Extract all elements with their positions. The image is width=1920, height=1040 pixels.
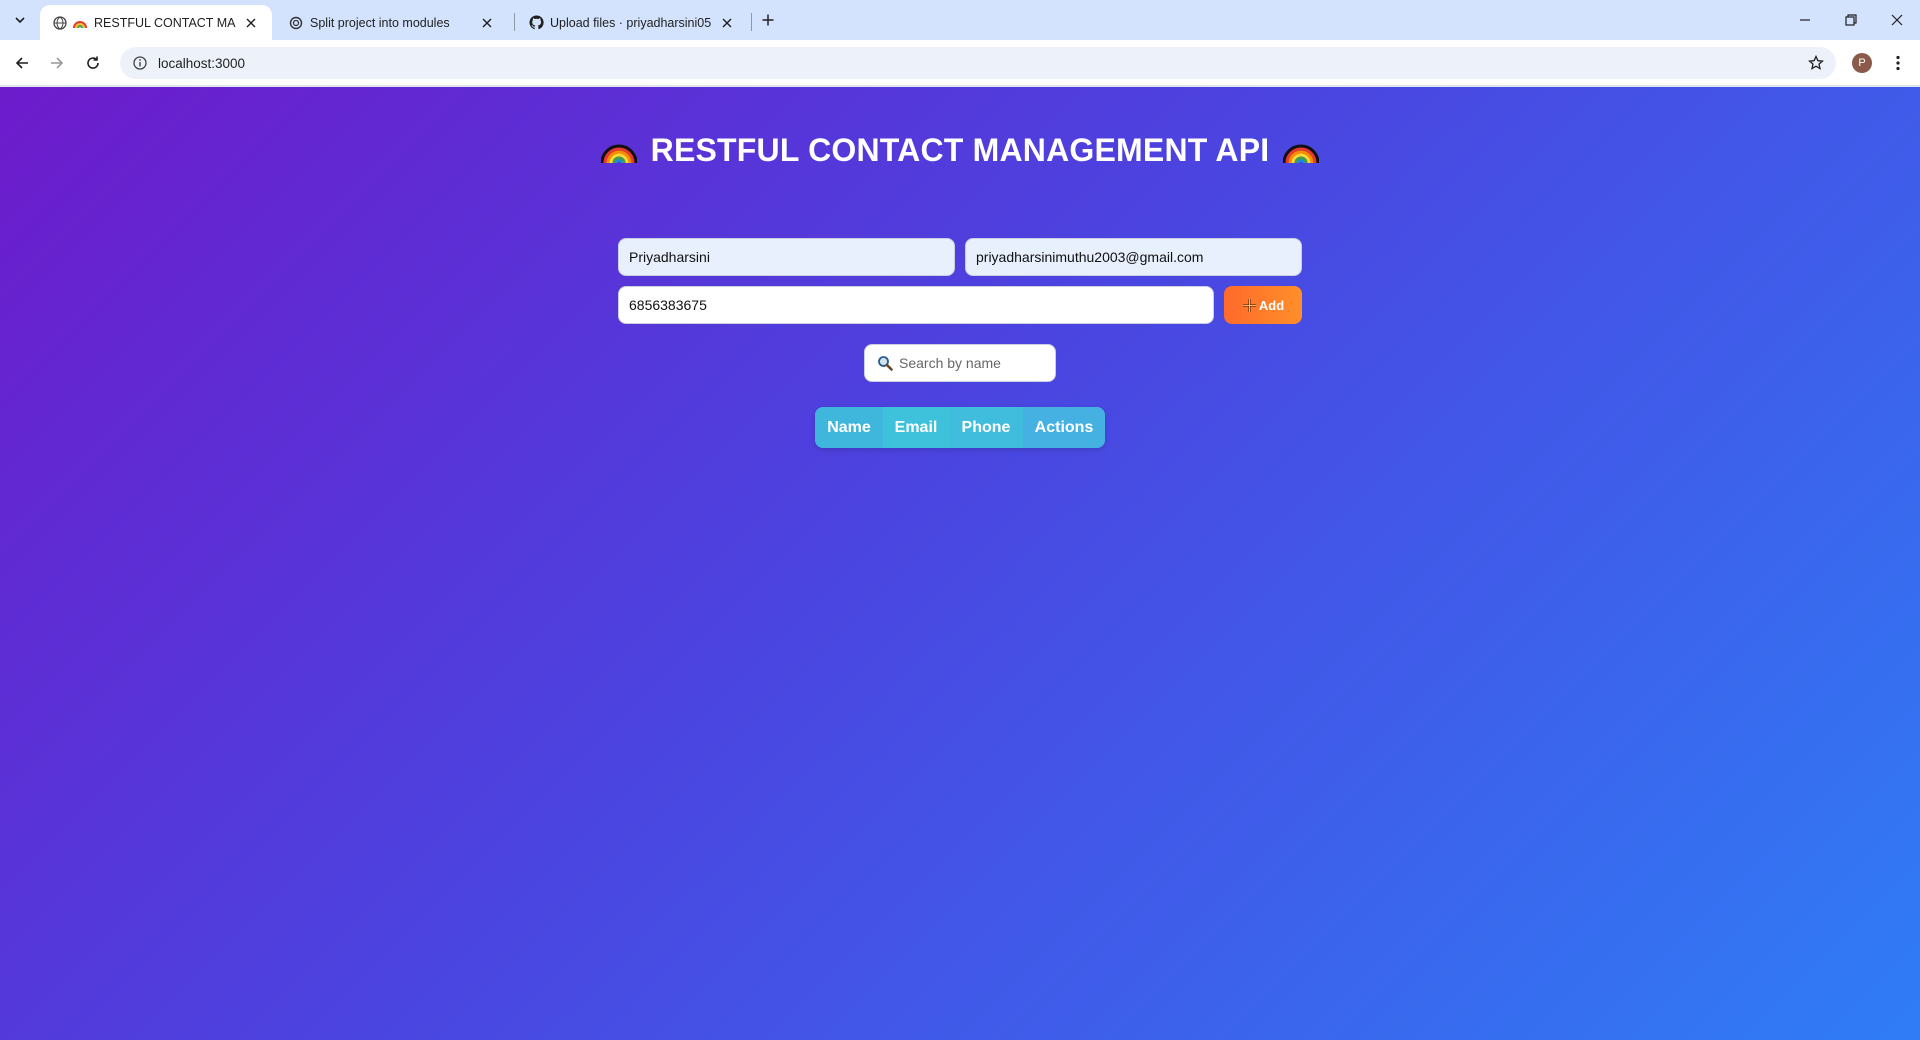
- arrow-right-icon: [51, 57, 64, 69]
- column-header-actions: Actions: [1023, 407, 1105, 448]
- page-viewport: RESTFUL CONTACT MANAGEMENT API Add Name …: [0, 87, 1920, 1040]
- restore-button[interactable]: [1828, 0, 1874, 40]
- minimize-button[interactable]: [1782, 0, 1828, 40]
- rainbow-icon: [600, 144, 637, 164]
- add-contact-button[interactable]: Add: [1224, 286, 1302, 324]
- url-text[interactable]: localhost:3000: [158, 56, 245, 71]
- back-button[interactable]: [8, 49, 36, 77]
- tab-divider: [514, 13, 515, 31]
- globe-icon: [52, 15, 68, 31]
- tab-search-button[interactable]: [8, 8, 32, 32]
- column-header-name: Name: [815, 407, 883, 448]
- profile-avatar[interactable]: P: [1852, 53, 1872, 73]
- add-button-label: Add: [1258, 297, 1285, 313]
- openai-icon: [288, 15, 304, 31]
- more-vertical-icon: [1896, 55, 1900, 71]
- arrow-left-icon: [15, 57, 28, 69]
- search-box[interactable]: [864, 344, 1056, 382]
- column-header-email: Email: [883, 407, 949, 448]
- name-input[interactable]: [618, 238, 955, 276]
- contacts-table-header: Name Email Phone Actions: [815, 407, 1105, 448]
- plus-icon: [762, 14, 774, 26]
- search-icon: [875, 353, 895, 373]
- column-header-phone: Phone: [949, 407, 1023, 448]
- search-input[interactable]: [899, 355, 1049, 371]
- reload-button[interactable]: [79, 49, 107, 77]
- tab-title: Split project into modules: [310, 15, 450, 30]
- tab-strip: RESTFUL CONTACT MANAG Split project into…: [0, 0, 1920, 40]
- browser-menu-button[interactable]: [1888, 53, 1908, 73]
- plus-icon: [1242, 298, 1256, 312]
- rainbow-icon: [72, 15, 88, 31]
- new-tab-button[interactable]: [756, 8, 780, 32]
- github-icon: [528, 15, 544, 31]
- address-bar[interactable]: localhost:3000: [120, 47, 1836, 79]
- page-title-text: RESTFUL CONTACT MANAGEMENT API: [650, 132, 1270, 168]
- tab-divider: [751, 13, 752, 31]
- tab-upload-files[interactable]: Upload files · priyadharsini0512: [516, 5, 748, 40]
- close-icon[interactable]: [478, 14, 496, 32]
- bookmark-star-icon[interactable]: [1808, 54, 1824, 71]
- rainbow-icon: [1283, 144, 1320, 164]
- tab-split-project[interactable]: Split project into modules: [276, 5, 508, 40]
- info-icon[interactable]: [132, 55, 148, 71]
- close-icon[interactable]: [718, 14, 736, 32]
- close-icon[interactable]: [242, 14, 260, 32]
- phone-input[interactable]: [618, 286, 1214, 324]
- close-window-button[interactable]: [1874, 0, 1920, 40]
- tab-title: Upload files · priyadharsini0512: [550, 15, 712, 30]
- browser-toolbar: localhost:3000 P: [0, 40, 1920, 86]
- forward-button[interactable]: [43, 49, 71, 77]
- reload-icon: [87, 56, 99, 69]
- email-input[interactable]: [965, 238, 1302, 276]
- restore-icon: [1845, 14, 1857, 26]
- page-title: RESTFUL CONTACT MANAGEMENT API: [0, 131, 1920, 169]
- tab-title: RESTFUL CONTACT MANAG: [94, 15, 236, 30]
- minimize-icon: [1800, 19, 1810, 21]
- close-icon: [1891, 14, 1903, 26]
- chevron-down-icon: [15, 17, 25, 24]
- tab-restful-contact[interactable]: RESTFUL CONTACT MANAG: [40, 5, 272, 40]
